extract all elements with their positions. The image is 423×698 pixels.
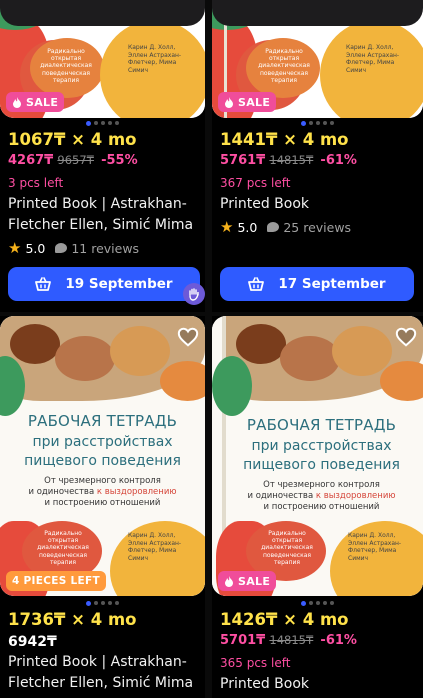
product-name[interactable]: Printed Book | Astrakhan-Fletcher Ellen,… [8,194,200,236]
old-price: 14815₸ [269,633,314,647]
book-subtitle: От чрезмерного контроля и одиночества к … [238,480,405,513]
book-authors: Карин Д. Холл, Эллен Астрахан-Флетчер, М… [348,532,402,562]
current-price: 4267₸ [8,153,54,168]
current-price: 5701₸ [220,633,266,648]
book-authors: Карин Д. Холл, Эллен Астрахан-Флетчер, М… [128,44,182,74]
product-card[interactable]: Радикально открытая диалектическая повед… [0,0,205,312]
current-price: 6942₸ [8,634,57,650]
basket-icon [35,277,52,291]
reviews-icon [55,243,68,253]
badge-label: SALE [26,95,59,109]
product-image[interactable]: Радикально открытая диалектическая повед… [0,0,205,118]
book-subtitle-line2: и одиночества [247,491,314,502]
installment-price: 1067₸ × 4 mo [8,130,137,149]
installment-price: 1441₸ × 4 mo [220,130,349,149]
product-name[interactable]: Printed Book [220,194,412,215]
badge-label: 4 PIECES LEFT [12,575,100,587]
reviews-count: 11 reviews [71,240,140,256]
price-line: 5761₸ 14815₸ -61% [220,153,357,168]
sale-badge: SALE [6,92,65,112]
book-authors: Карин Д. Холл, Эллен Астрахан-Флетчер, М… [128,532,182,562]
image-pager[interactable] [212,600,423,606]
discount-percent: -61% [320,633,357,648]
installment-price: 1426₸ × 4 mo [220,610,349,629]
reviews-icon [267,222,280,232]
product-image[interactable]: РАБОЧАЯ ТЕТРАДЬ при расстройствах пищево… [212,316,423,596]
flame-icon [225,96,233,108]
book-blob-text: Радикально открытая диалектическая повед… [37,530,89,566]
image-pager[interactable] [212,120,423,126]
book-blob-text: Радикально открытая диалектическая повед… [261,530,313,566]
book-title: РАБОЧАЯ ТЕТРАДЬ [246,416,397,434]
reviews-count: 25 reviews [283,219,352,235]
book-subtitle-line1: От чрезмерного контроля [44,476,161,486]
product-card[interactable]: РАБОЧАЯ ТЕТРАДЬ при расстройствах пищево… [212,316,423,698]
book-subtitle: От чрезмерного контроля и одиночества к … [18,476,187,509]
pieces-left-badge: 4 PIECES LEFT [6,571,106,591]
basket-icon [248,277,265,291]
favorite-heart-icon[interactable] [395,326,417,348]
product-card[interactable]: Радикально открытая диалектическая повед… [212,0,423,312]
badge-label: SALE [238,574,271,588]
book-subtitle-line3: и построению отношений [263,502,380,513]
book-blob-text: Радикально открытая диалектическая повед… [40,48,92,84]
installment-price: 1736₸ × 4 mo [8,610,137,629]
delivery-date: 19 September [65,276,173,292]
book-title: РАБОЧАЯ ТЕТРАДЬ [27,412,178,430]
flame-icon [13,96,21,108]
book-subtitle-line1: От чрезмерного контроля [263,480,380,490]
book-title-line3: пищевого поведения [24,453,181,469]
book-title-line2: при расстройствах [32,434,173,450]
price-line: 5701₸ 14815₸ -61% [220,633,357,648]
old-price: 9657₸ [57,153,94,167]
rating-row: ★ 5.0 11 reviews [8,239,139,257]
stock-left: 365 pcs left [220,656,291,670]
book-subtitle-line3: и построению отношений [44,498,161,509]
favorite-heart-icon[interactable] [177,326,199,348]
image-pager[interactable] [0,600,205,606]
product-name[interactable]: Printed Book | Astrakhan-Fletcher Ellen,… [8,652,200,694]
book-blob-text: Радикально открытая диалектическая повед… [258,48,310,84]
flame-icon [225,575,233,587]
rating-row: ★ 5.0 25 reviews [220,218,351,236]
book-subtitle-red: к выздоровлению [315,491,396,502]
product-image[interactable]: Радикально открытая диалектическая повед… [212,0,423,118]
book-title-line3: пищевого поведения [243,457,400,473]
star-icon: ★ [8,239,22,257]
sale-badge: SALE [218,92,277,112]
add-to-cart-button[interactable]: 19 September [8,267,200,301]
rating-value: 5.0 [237,219,258,235]
product-name[interactable]: Printed Book [220,674,412,695]
star-icon: ★ [220,218,234,236]
book-subtitle-red: к выздоровлению [96,487,177,498]
rating-value: 5.0 [25,240,46,256]
assistant-hand-icon[interactable] [183,283,205,305]
discount-percent: -61% [320,153,357,168]
sale-badge: SALE [218,571,277,591]
badge-label: SALE [238,95,271,109]
book-authors: Карин Д. Холл, Эллен Астрахан-Флетчер, М… [346,44,400,74]
stock-left: 3 pcs left [8,176,64,190]
delivery-date: 17 September [278,276,386,292]
discount-percent: -55% [101,153,138,168]
book-title-line2: при расстройствах [251,438,392,454]
image-pager[interactable] [0,120,205,126]
product-card[interactable]: РАБОЧАЯ ТЕТРАДЬ при расстройствах пищево… [0,316,205,698]
current-price: 5761₸ [220,153,266,168]
product-image[interactable]: РАБОЧАЯ ТЕТРАДЬ при расстройствах пищево… [0,316,205,596]
price-line: 4267₸ 9657₸ -55% [8,153,138,168]
add-to-cart-button[interactable]: 17 September [220,267,414,301]
stock-left: 367 pcs left [220,176,291,190]
old-price: 14815₸ [269,153,314,167]
book-subtitle-line2: и одиночества [28,487,95,498]
